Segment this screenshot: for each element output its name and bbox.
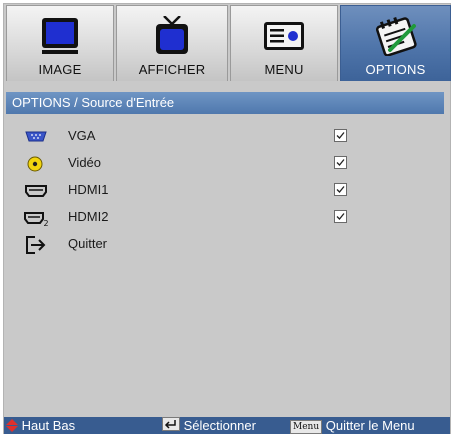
nav-hint: Haut Bas	[6, 417, 75, 434]
up-down-arrow-icon	[6, 419, 18, 432]
hdmi-icon	[25, 185, 47, 197]
tab-image[interactable]: IMAGE	[6, 5, 114, 81]
nav-hint-label: Haut Bas	[21, 418, 76, 433]
video-icon	[27, 156, 43, 172]
notepad-icon	[375, 17, 417, 56]
checkmark-icon	[336, 186, 345, 193]
checkbox[interactable]	[334, 129, 347, 142]
tab-options[interactable]: OPTIONS	[340, 5, 451, 81]
menu-icon	[264, 22, 304, 50]
list-item-video[interactable]: Vidéo	[10, 151, 440, 178]
list-item-hdmi2[interactable]: 2 HDMI2	[10, 205, 440, 232]
list-item-hdmi1[interactable]: HDMI1	[10, 178, 440, 205]
checkmark-icon	[336, 132, 345, 139]
tv-icon	[156, 16, 188, 54]
tab-label: AFFICHER	[138, 62, 206, 77]
osd-window: IMAGE AFFICHER MENU OPTIONS OPTIONS / So…	[0, 0, 455, 437]
checkbox[interactable]	[334, 210, 347, 223]
status-bar: Haut Bas Sélectionner Menu Quitter le Me…	[4, 417, 450, 434]
hdmi2-icon: 2	[24, 212, 49, 227]
monitor-icon	[42, 18, 78, 54]
tab-label: MENU	[264, 62, 304, 77]
breadcrumb: OPTIONS / Source d'Entrée	[6, 92, 444, 114]
exit-icon	[26, 236, 46, 254]
checkmark-icon	[336, 213, 345, 220]
tab-menu[interactable]: MENU	[230, 5, 338, 81]
select-hint: Sélectionner	[162, 417, 256, 434]
item-label: HDMI1	[68, 182, 109, 197]
svg-text:2: 2	[44, 219, 49, 227]
menu-key-icon: Menu	[290, 420, 323, 434]
tab-bar: IMAGE AFFICHER MENU OPTIONS	[6, 5, 451, 81]
tab-label: IMAGE	[38, 62, 82, 77]
enter-key-icon	[162, 417, 180, 431]
list-item-vga[interactable]: VGA	[10, 124, 440, 151]
item-label: VGA	[68, 128, 96, 143]
tab-afficher[interactable]: AFFICHER	[116, 5, 228, 81]
list-item-quitter[interactable]: Quitter	[10, 232, 440, 259]
checkmark-icon	[336, 159, 345, 166]
vga-icon	[25, 131, 47, 142]
item-label: HDMI2	[68, 209, 109, 224]
checkbox[interactable]	[334, 156, 347, 169]
exit-hint: Menu Quitter le Menu	[290, 417, 415, 434]
exit-hint-label: Quitter le Menu	[325, 418, 415, 433]
item-label: Quitter	[68, 236, 108, 251]
tab-label: OPTIONS	[365, 62, 426, 77]
select-hint-label: Sélectionner	[183, 418, 256, 433]
checkbox[interactable]	[334, 183, 347, 196]
source-list: VGA Vidéo HDMI1 2 HDMI2 Quitter	[10, 124, 440, 259]
item-label: Vidéo	[68, 155, 102, 170]
